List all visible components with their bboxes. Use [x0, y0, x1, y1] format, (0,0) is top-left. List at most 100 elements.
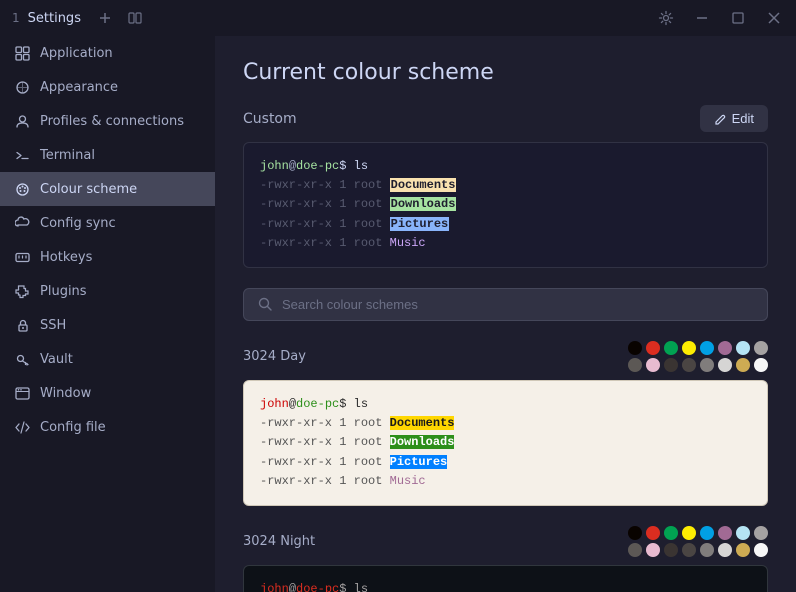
- swatch: [754, 526, 768, 540]
- terminal-host: doe-pc: [296, 159, 339, 173]
- swatch: [736, 543, 750, 557]
- scheme-preview-3024-night: john@doe-pc$ ls -rwxr-xr-x 1 root Docume…: [243, 565, 768, 592]
- swatch: [664, 358, 678, 372]
- sidebar-item-label: Window: [40, 386, 91, 401]
- swatch: [700, 526, 714, 540]
- swatch: [754, 543, 768, 557]
- swatch: [628, 341, 642, 355]
- sidebar-item-config-sync[interactable]: Config sync: [0, 206, 215, 240]
- terminal-username: john: [260, 159, 289, 173]
- terminal-prompt-line: john@doe-pc$ ls: [260, 157, 751, 176]
- terminal-line-3: -rwxr-xr-x 1 root Pictures: [260, 453, 751, 472]
- titlebar-title: Settings: [28, 11, 81, 26]
- swatch: [646, 341, 660, 355]
- swatch: [736, 358, 750, 372]
- sidebar-item-application[interactable]: Application: [0, 36, 215, 70]
- swatch: [718, 341, 732, 355]
- palette-icon: [14, 181, 30, 197]
- swatch: [718, 526, 732, 540]
- puzzle-icon: [14, 283, 30, 299]
- app-icon: [14, 45, 30, 61]
- search-input[interactable]: [282, 297, 753, 312]
- swatch: [664, 526, 678, 540]
- terminal-line-2: -rwxr-xr-x 1 root Downloads: [260, 433, 751, 452]
- sidebar-item-label: Terminal: [40, 148, 95, 163]
- sidebar-item-hotkeys[interactable]: Hotkeys: [0, 240, 215, 274]
- scheme-card-header: 3024 Night: [243, 526, 768, 557]
- swatch: [700, 341, 714, 355]
- cloud-icon: [14, 215, 30, 231]
- sidebar-item-appearance[interactable]: Appearance: [0, 70, 215, 104]
- swatch-row-2: [628, 358, 768, 372]
- terminal-line-1: -rwxr-xr-x 1 root Documents: [260, 414, 751, 433]
- swatch: [664, 341, 678, 355]
- swatch: [682, 358, 696, 372]
- main-content: Current colour scheme Custom Edit john@d…: [215, 0, 796, 592]
- terminal-line-4: -rwxr-xr-x 1 root Music: [260, 472, 751, 491]
- scheme-card-header: 3024 Day: [243, 341, 768, 372]
- search-icon: [258, 297, 272, 311]
- titlebar: 1 Settings: [0, 0, 796, 36]
- terminal-prompt-line: john@doe-pc$ ls: [260, 395, 751, 414]
- swatch-row-2: [628, 543, 768, 557]
- split-tab-button[interactable]: [123, 6, 147, 30]
- color-swatches-3024-day: [628, 341, 768, 372]
- swatch: [718, 358, 732, 372]
- sidebar-item-profiles[interactable]: Profiles & connections: [0, 104, 215, 138]
- sidebar-item-terminal[interactable]: Terminal: [0, 138, 215, 172]
- edit-button-label: Edit: [732, 111, 754, 126]
- settings-button[interactable]: [656, 8, 676, 28]
- edit-icon: [714, 113, 726, 125]
- terminal-icon: [14, 147, 30, 163]
- swatch: [628, 358, 642, 372]
- titlebar-controls: [656, 8, 784, 28]
- maximize-button[interactable]: [728, 8, 748, 28]
- sidebar-item-vault[interactable]: Vault: [0, 342, 215, 376]
- terminal-line-2: -rwxr-xr-x 1 root Downloads: [260, 195, 751, 214]
- sidebar-item-colour-scheme[interactable]: Colour scheme: [0, 172, 215, 206]
- search-bar: [243, 288, 768, 321]
- current-scheme-name: Custom: [243, 111, 297, 127]
- sidebar: Application Appearance Profiles & connec…: [0, 0, 215, 592]
- key-icon: [14, 351, 30, 367]
- window-icon: [14, 385, 30, 401]
- swatch: [700, 543, 714, 557]
- swatch: [718, 543, 732, 557]
- page-title: Current colour scheme: [243, 60, 768, 85]
- ssh-icon: [14, 317, 30, 333]
- sidebar-item-label: Profiles & connections: [40, 114, 184, 129]
- swatch: [700, 358, 714, 372]
- hotkeys-icon: [14, 249, 30, 265]
- scheme-name-3024-night: 3024 Night: [243, 534, 315, 549]
- scheme-card-3024-day: 3024 Day: [243, 341, 768, 506]
- sidebar-item-label: SSH: [40, 318, 66, 333]
- swatch: [628, 543, 642, 557]
- titlebar-tab-area: [93, 6, 147, 30]
- terminal-line-3: -rwxr-xr-x 1 root Pictures: [260, 215, 751, 234]
- code-icon: [14, 419, 30, 435]
- swatch: [646, 543, 660, 557]
- sidebar-item-ssh[interactable]: SSH: [0, 308, 215, 342]
- scheme-card-3024-night: 3024 Night: [243, 526, 768, 592]
- scheme-name-3024-day: 3024 Day: [243, 349, 306, 364]
- appearance-icon: [14, 79, 30, 95]
- sidebar-item-label: Config file: [40, 420, 106, 435]
- sidebar-item-window[interactable]: Window: [0, 376, 215, 410]
- minimize-button[interactable]: [692, 8, 712, 28]
- current-scheme-preview: john@doe-pc$ ls -rwxr-xr-x 1 root Docume…: [243, 142, 768, 268]
- titlebar-left: 1 Settings: [12, 11, 81, 26]
- sidebar-item-label: Vault: [40, 352, 73, 367]
- profiles-icon: [14, 113, 30, 129]
- swatch-row-1: [628, 526, 768, 540]
- sidebar-item-plugins[interactable]: Plugins: [0, 274, 215, 308]
- swatch: [736, 526, 750, 540]
- edit-button[interactable]: Edit: [700, 105, 768, 132]
- close-button[interactable]: [764, 8, 784, 28]
- swatch: [628, 526, 642, 540]
- swatch: [646, 358, 660, 372]
- sidebar-item-label: Plugins: [40, 284, 87, 299]
- new-tab-button[interactable]: [93, 6, 117, 30]
- swatch: [754, 341, 768, 355]
- terminal-line-4: -rwxr-xr-x 1 root Music: [260, 234, 751, 253]
- sidebar-item-config-file[interactable]: Config file: [0, 410, 215, 444]
